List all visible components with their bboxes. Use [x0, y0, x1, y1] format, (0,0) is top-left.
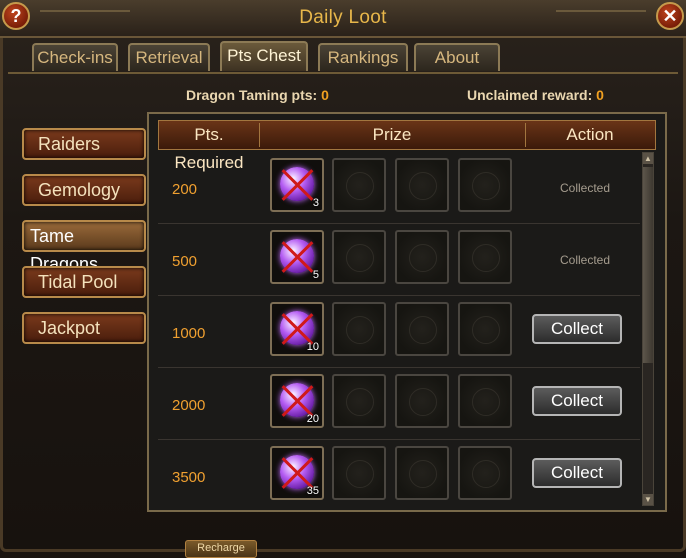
pts-required: 3500	[172, 469, 206, 486]
collect-button[interactable]: Collect	[532, 386, 622, 416]
empty-slot	[458, 302, 512, 356]
prize-slot[interactable]: 10	[270, 302, 324, 356]
empty-slot	[395, 302, 449, 356]
reward-list: 200 3 Collected 500 5 Collected 1000 10	[158, 151, 640, 505]
header-pts-required: Pts. Required	[174, 125, 244, 172]
scroll-down-arrow-icon[interactable]: ▼	[643, 494, 653, 505]
pts-required: 1000	[172, 325, 206, 342]
window-title: Daily Loot	[299, 7, 387, 28]
header-prize: Prize	[372, 125, 412, 144]
pts-required: 200	[172, 181, 198, 198]
empty-slot	[395, 230, 449, 284]
item-quantity: 5	[312, 269, 319, 281]
prize-slot[interactable]: 5	[270, 230, 324, 284]
table-row: 1000 10 Collect	[158, 295, 640, 368]
table-row: 500 5 Collected	[158, 223, 640, 296]
title-bar: Daily Loot	[0, 0, 686, 38]
close-icon: ✕	[662, 6, 678, 26]
recharge-button[interactable]: Recharge	[185, 540, 257, 558]
question-icon: ?	[10, 6, 22, 26]
tab-pts-chest[interactable]: Pts Chest	[220, 41, 308, 71]
sidebar-item-tidal-pool[interactable]: Tidal Pool	[22, 266, 146, 298]
item-quantity: 20	[306, 413, 319, 425]
empty-slot	[332, 158, 386, 212]
header-action: Action	[566, 125, 614, 144]
empty-slot	[395, 446, 449, 500]
prize-slot[interactable]: 35	[270, 446, 324, 500]
collect-button[interactable]: Collect	[532, 314, 622, 344]
collected-status: Collected	[560, 253, 611, 267]
unclaimed-reward: Unclaimed reward: 0	[467, 87, 604, 103]
scroll-up-arrow-icon[interactable]: ▲	[643, 153, 653, 164]
tab-retrieval[interactable]: Retrieval	[128, 43, 210, 71]
scroll-thumb[interactable]	[643, 167, 653, 363]
empty-slot	[332, 302, 386, 356]
collected-status: Collected	[560, 181, 611, 195]
prize-slot[interactable]: 3	[270, 158, 324, 212]
empty-slot	[458, 374, 512, 428]
empty-slot	[458, 446, 512, 500]
sidebar-item-raiders[interactable]: Raiders	[22, 128, 146, 160]
dragon-taming-pts: Dragon Taming pts: 0	[186, 87, 329, 103]
collect-button[interactable]: Collect	[532, 458, 622, 488]
tab-divider	[8, 72, 678, 74]
table-row: 2000 20 Collect	[158, 367, 640, 440]
empty-slot	[332, 230, 386, 284]
tab-check-ins[interactable]: Check-ins	[32, 43, 118, 71]
item-quantity: 35	[306, 485, 319, 497]
pts-required: 2000	[172, 397, 206, 414]
tab-about[interactable]: About	[414, 43, 500, 71]
table-header: Pts. Required Prize Action	[158, 120, 656, 172]
help-button[interactable]: ?	[2, 2, 30, 30]
unclaimed-value: 0	[596, 87, 604, 103]
sidebar-item-jackpot[interactable]: Jackpot	[22, 312, 146, 344]
pts-label: Dragon Taming pts:	[186, 87, 318, 103]
item-quantity: 10	[306, 341, 319, 353]
empty-slot	[395, 158, 449, 212]
empty-slot	[458, 158, 512, 212]
tab-rankings[interactable]: Rankings	[318, 43, 408, 71]
sidebar-item-tame-dragons[interactable]: Tame Dragons	[22, 220, 146, 274]
unclaimed-label: Unclaimed reward:	[467, 87, 593, 103]
table-row: 3500 35 Collect	[158, 439, 640, 505]
pts-required: 500	[172, 253, 198, 270]
scrollbar[interactable]: ▲ ▼	[642, 152, 654, 506]
empty-slot	[458, 230, 512, 284]
table-row: 200 3 Collected	[158, 151, 640, 224]
prize-slot[interactable]: 20	[270, 374, 324, 428]
item-quantity: 3	[312, 197, 319, 209]
empty-slot	[395, 374, 449, 428]
sidebar-item-gemology[interactable]: Gemology	[22, 174, 146, 206]
empty-slot	[332, 374, 386, 428]
pts-value: 0	[321, 87, 329, 103]
empty-slot	[332, 446, 386, 500]
close-button[interactable]: ✕	[656, 2, 684, 30]
